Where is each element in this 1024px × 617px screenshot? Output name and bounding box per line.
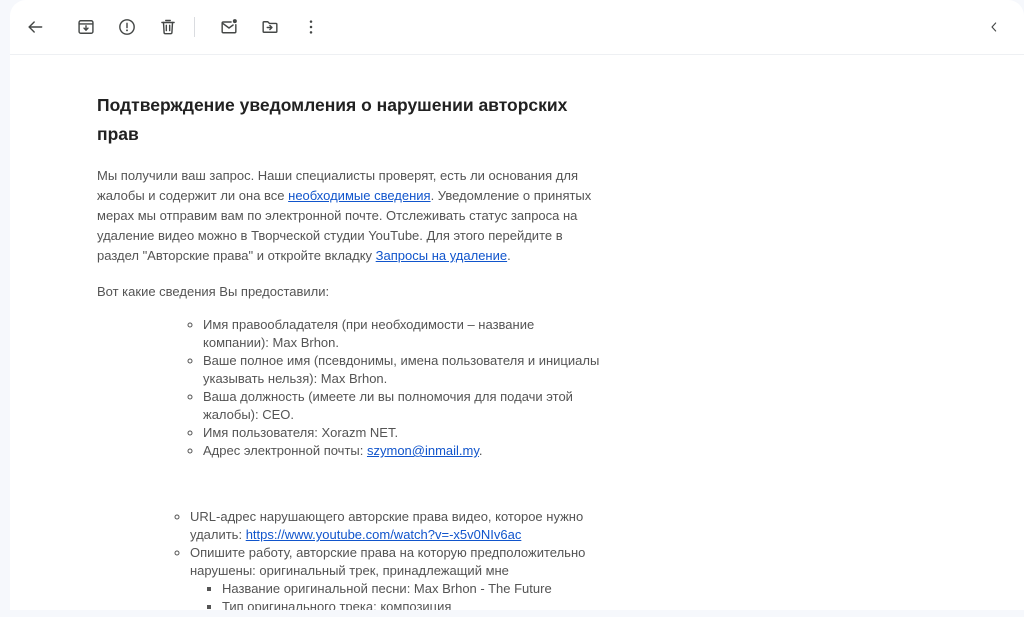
text-run: Адрес электронной почты: [203,443,367,458]
mark-unread-icon [219,17,239,37]
newer-conversation-button[interactable] [974,7,1014,47]
list-item: Ваше полное имя (псевдонимы, имена польз… [203,352,603,388]
trash-icon [158,17,178,37]
sub-list-item: Название оригинальной песни: Max Brhon -… [222,580,588,598]
inline-link[interactable]: https://www.youtube.com/watch?v=-x5v0NIv… [246,527,522,542]
back-button[interactable] [15,7,55,47]
text-run: . [479,443,483,458]
email-toolbar [10,0,1024,55]
report-spam-button[interactable] [107,7,147,47]
text-run: . [507,248,511,263]
inline-link[interactable]: szymon@inmail.my [367,443,479,458]
details-list: Имя правообладателя (при необходимости –… [97,316,603,460]
inline-link[interactable]: необходимые сведения [288,188,430,203]
mark-unread-button[interactable] [209,7,249,47]
list-item: URL-адрес нарушающего авторские права ви… [190,508,588,544]
arrow-back-icon [25,17,45,37]
provided-heading: Вот какие сведения Вы предоставили: [97,282,603,302]
chevron-left-icon [986,19,1002,35]
intro-paragraph: Мы получили ваш запрос. Наши специалисты… [97,166,603,266]
list-item: Адрес электронной почты: szymon@inmail.m… [203,442,603,460]
removal-list: URL-адрес нарушающего авторские права ви… [97,508,588,610]
delete-button[interactable] [148,7,188,47]
move-to-button[interactable] [250,7,290,47]
text-run: Имя правообладателя (при необходимости –… [203,317,534,350]
email-title: Подтверждение уведомления о нарушении ав… [97,91,603,149]
email-content: Подтверждение уведомления о нарушении ав… [97,91,603,610]
archive-icon [76,17,96,37]
text-run: Ваше полное имя (псевдонимы, имена польз… [203,353,599,386]
list-item: Ваша должность (имеете ли вы полномочия … [203,388,603,424]
email-reading-pane: Подтверждение уведомления о нарушении ав… [10,0,1024,610]
sub-list: Название оригинальной песни: Max Brhon -… [190,580,588,610]
list-item: Имя правообладателя (при необходимости –… [203,316,603,352]
more-options-button[interactable] [291,7,331,47]
text-run: Ваша должность (имеете ли вы полномочия … [203,389,573,422]
more-options-icon [301,17,321,37]
report-spam-icon [117,17,137,37]
inline-link[interactable]: Запросы на удаление [376,248,507,263]
move-to-folder-icon [260,17,280,37]
list-item: Имя пользователя: Xorazm NET. [203,424,603,442]
list-item: Опишите работу, авторские права на котор… [190,544,588,610]
toolbar-divider [194,17,195,37]
archive-button[interactable] [66,7,106,47]
text-run: Опишите работу, авторские права на котор… [190,545,585,578]
sub-list-item: Тип оригинального трека: композиция [222,598,588,610]
text-run: Имя пользователя: Xorazm NET. [203,425,398,440]
